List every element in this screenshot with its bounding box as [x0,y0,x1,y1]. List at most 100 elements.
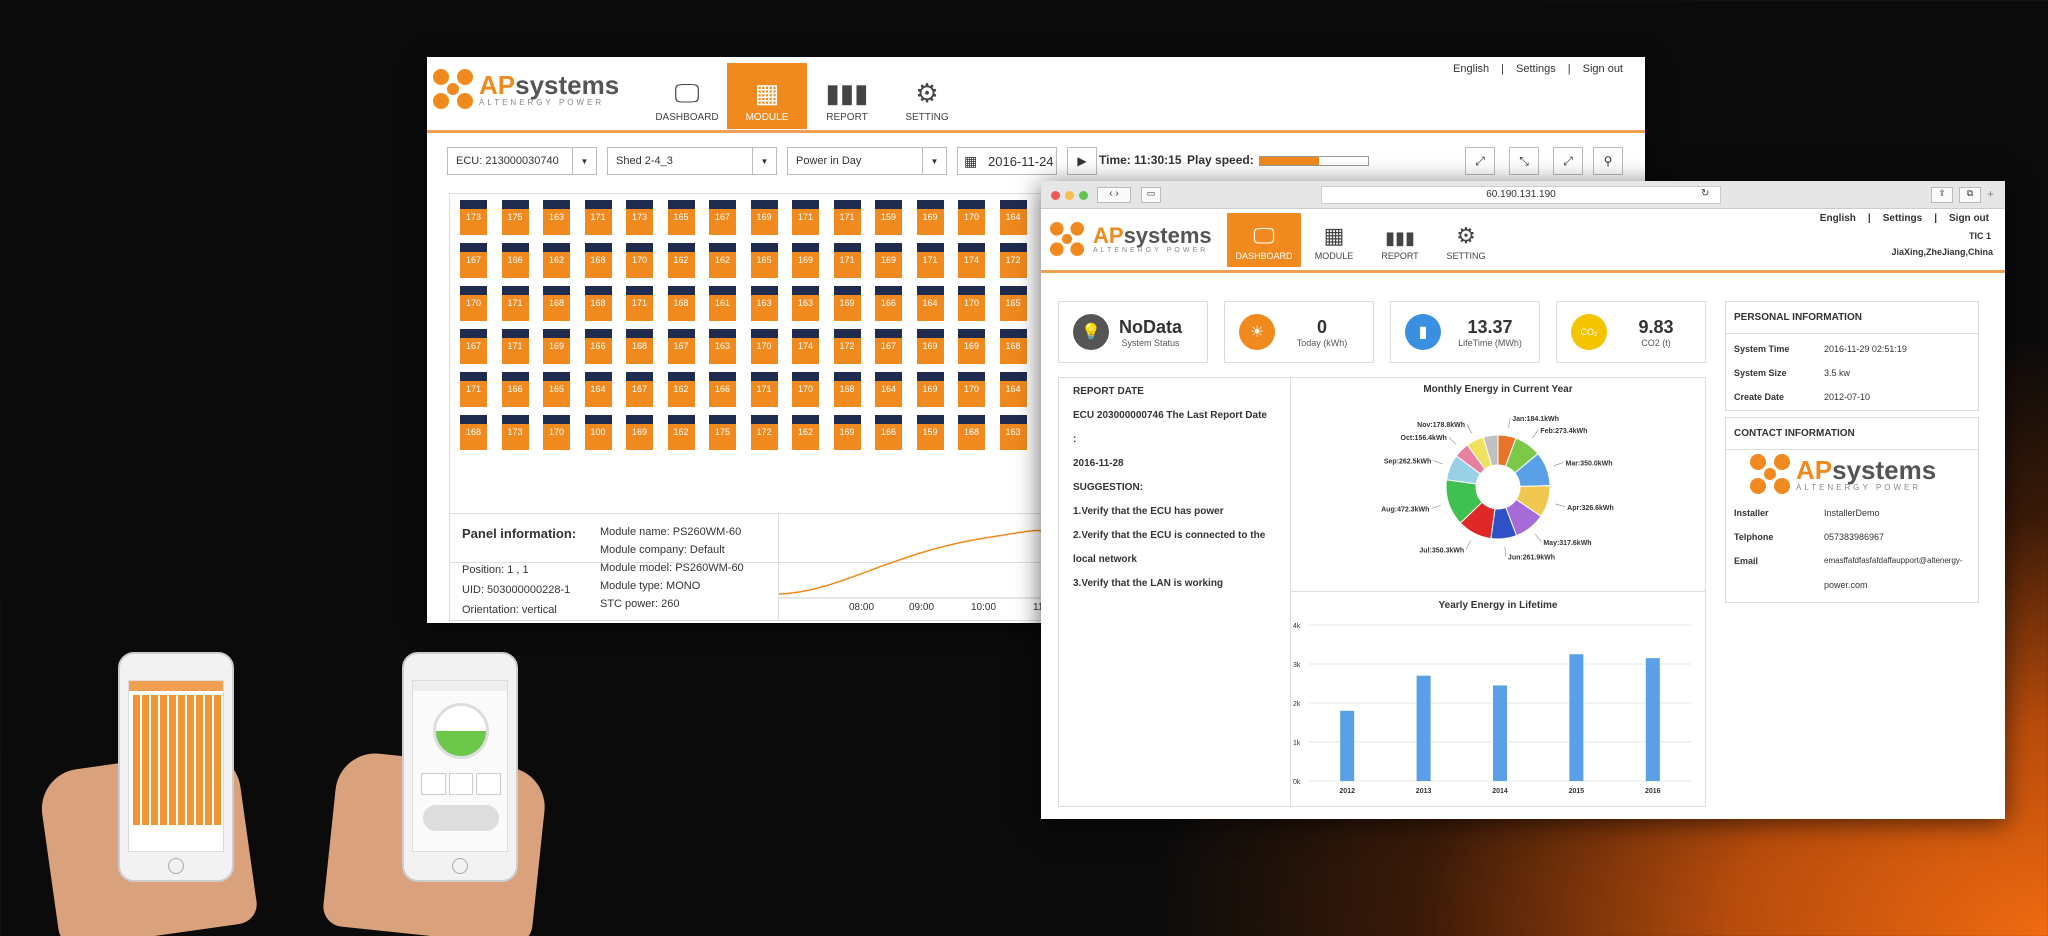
solar-panel[interactable]: 100 [584,415,612,450]
solar-panel[interactable]: 165 [543,372,570,407]
settings-link[interactable]: Settings [1883,213,1922,224]
solar-panel[interactable]: 173 [501,415,529,450]
solar-panel[interactable]: 168 [584,286,612,321]
solar-panel[interactable]: 169 [833,286,861,321]
solar-panel[interactable]: 170 [958,286,985,321]
solar-panel[interactable]: 175 [709,415,736,450]
solar-panel[interactable]: 169 [916,329,944,364]
solar-panel[interactable]: 166 [875,415,902,450]
search-button[interactable]: ⚲ [1593,147,1623,175]
solar-panel[interactable]: 171 [460,372,487,407]
solar-panel[interactable]: 166 [709,372,736,407]
solar-panel[interactable]: 171 [916,243,944,278]
maximize-window-icon[interactable] [1079,191,1088,200]
minimize-window-icon[interactable] [1065,191,1074,200]
solar-panel[interactable]: 171 [626,286,653,321]
solar-panel[interactable]: 163 [792,286,819,321]
solar-panel[interactable]: 168 [584,243,612,278]
solar-panel[interactable]: 174 [792,329,819,364]
solar-panel[interactable]: 162 [792,415,819,450]
solar-panel[interactable]: 166 [501,243,529,278]
nav-module[interactable]: ▦ MODULE [727,63,807,129]
solar-panel[interactable]: 175 [501,200,529,235]
new-tab-icon[interactable]: + [1987,187,1994,201]
solar-panel[interactable]: 167 [460,243,487,278]
solar-panel[interactable]: 162 [543,243,570,278]
solar-panel[interactable]: 174 [958,243,985,278]
signout-link[interactable]: Sign out [1583,63,1623,75]
shed-select[interactable]: Shed 2-4_3 ▼ [607,147,777,175]
solar-panel[interactable]: 164 [584,372,612,407]
solar-panel[interactable]: 169 [875,243,902,278]
solar-panel[interactable]: 166 [501,372,529,407]
solar-panel[interactable]: 171 [833,200,861,235]
solar-panel[interactable]: 170 [958,200,985,235]
solar-panel[interactable]: 164 [999,372,1027,407]
solar-panel[interactable]: 168 [958,415,985,450]
english-link[interactable]: English [1820,213,1856,224]
solar-panel[interactable]: 163 [543,200,570,235]
solar-panel[interactable]: 162 [667,415,695,450]
solar-panel[interactable]: 165 [999,286,1027,321]
solar-panel[interactable]: 170 [626,243,653,278]
solar-panel[interactable]: 168 [667,286,695,321]
nav-dashboard[interactable]: 🖵 DASHBOARD [1227,213,1301,267]
fit-button[interactable]: ⤢ [1465,147,1495,175]
nav-report[interactable]: ▮▮▮ REPORT [807,63,887,129]
nav-dashboard[interactable]: 🖵 DASHBOARD [647,63,727,129]
expand-button[interactable]: ⤢ [1553,147,1583,175]
solar-panel[interactable]: 168 [460,415,487,450]
solar-panel[interactable]: 172 [999,243,1027,278]
nav-report[interactable]: ▮▮▮ REPORT [1367,213,1433,267]
close-window-icon[interactable] [1051,191,1060,200]
solar-panel[interactable]: 170 [792,372,819,407]
english-link[interactable]: English [1453,63,1489,75]
solar-panel[interactable]: 167 [460,329,487,364]
nav-module[interactable]: ▦ MODULE [1301,213,1367,267]
solar-panel[interactable]: 159 [916,415,944,450]
solar-panel[interactable]: 171 [584,200,612,235]
solar-panel[interactable]: 167 [709,200,736,235]
solar-panel[interactable]: 168 [626,329,653,364]
solar-panel[interactable]: 171 [501,329,529,364]
sidebar-icon[interactable]: ▭ [1141,187,1161,203]
solar-panel[interactable]: 169 [833,415,861,450]
solar-panel[interactable]: 169 [543,329,570,364]
solar-panel[interactable]: 166 [584,329,612,364]
solar-panel[interactable]: 166 [875,286,902,321]
solar-panel[interactable]: 163 [709,329,736,364]
solar-panel[interactable]: 173 [626,200,653,235]
settings-link[interactable]: Settings [1516,63,1556,75]
back-forward-button[interactable]: ‹ › [1097,187,1131,203]
solar-panel[interactable]: 162 [709,243,736,278]
solar-panel[interactable]: 168 [833,372,861,407]
nav-setting[interactable]: ⚙ SETTING [887,63,967,129]
solar-panel[interactable]: 165 [667,200,695,235]
solar-panel[interactable]: 171 [750,372,778,407]
ecu-select[interactable]: ECU: 213000030740 ▼ [447,147,597,175]
solar-panel[interactable]: 159 [875,200,902,235]
solar-panel[interactable]: 168 [543,286,570,321]
solar-panel[interactable]: 162 [667,243,695,278]
solar-panel[interactable]: 172 [833,329,861,364]
solar-panel[interactable]: 171 [833,243,861,278]
solar-panel[interactable]: 169 [792,243,819,278]
solar-panel[interactable]: 164 [916,286,944,321]
solar-panel[interactable]: 167 [626,372,653,407]
solar-panel[interactable]: 170 [958,372,985,407]
solar-panel[interactable]: 169 [916,372,944,407]
solar-panel[interactable]: 171 [792,200,819,235]
url-bar[interactable]: 60.190.131.190 [1321,186,1721,204]
play-button[interactable]: ▶ [1067,147,1097,175]
solar-panel[interactable]: 165 [750,243,778,278]
solar-panel[interactable]: 164 [999,200,1027,235]
solar-panel[interactable]: 173 [460,200,487,235]
solar-panel[interactable]: 169 [750,200,778,235]
solar-panel[interactable]: 170 [543,415,570,450]
solar-panel[interactable]: 170 [460,286,487,321]
solar-panel[interactable]: 170 [750,329,778,364]
tabs-icon[interactable]: ⧉ [1959,187,1981,203]
date-input[interactable]: ▦ 2016-11-24 [957,147,1057,175]
solar-panel[interactable]: 172 [750,415,778,450]
solar-panel[interactable]: 167 [875,329,902,364]
